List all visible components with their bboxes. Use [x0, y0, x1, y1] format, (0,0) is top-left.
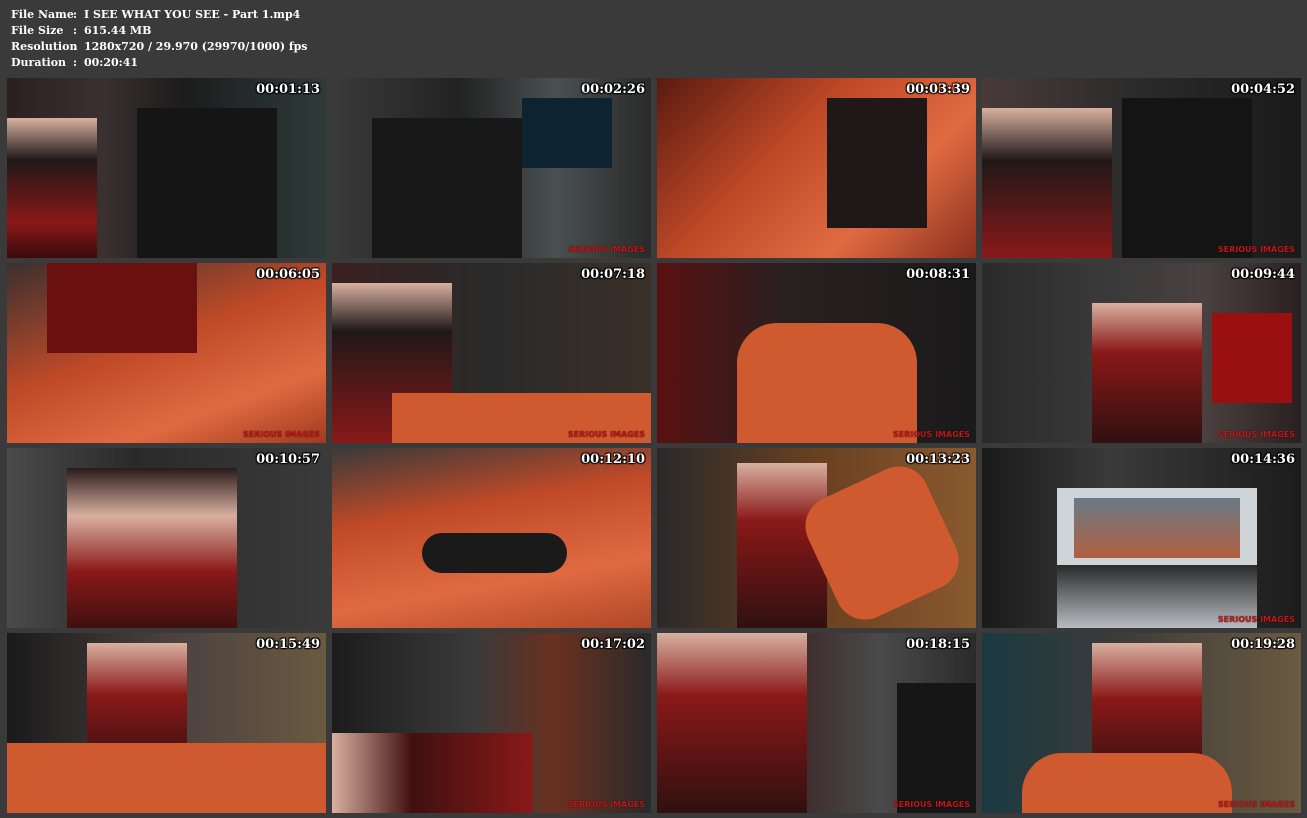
object-shape [1022, 753, 1232, 813]
file-info-panel: File Name : I SEE WHAT YOU SEE - Part 1.… [11, 7, 308, 71]
timestamp: 00:12:10 [581, 452, 645, 467]
figure-shape [982, 108, 1112, 258]
thumbnail[interactable]: 00:08:31 SERIOUS IMAGES [657, 263, 976, 443]
watermark: SERIOUS IMAGES [567, 430, 645, 439]
timestamp: 00:03:39 [906, 82, 970, 97]
timestamp: 00:19:28 [1231, 637, 1295, 652]
timestamp: 00:07:18 [581, 267, 645, 282]
thumbnail[interactable]: 00:09:44 SERIOUS IMAGES [982, 263, 1301, 443]
thumbnail[interactable]: 00:01:13 [7, 78, 326, 258]
resolution-sep: : [73, 40, 78, 53]
duration-value: 00:20:41 [84, 56, 139, 69]
figure-shape [332, 733, 532, 813]
laptop-screen-shape [1074, 498, 1240, 558]
resolution-row: Resolution : 1280x720 / 29.970 (29970/10… [11, 39, 308, 55]
thumbnail[interactable]: 00:12:10 [332, 448, 651, 628]
resolution-label: Resolution [11, 40, 78, 53]
timestamp: 00:17:02 [581, 637, 645, 652]
figure-shape [897, 683, 976, 813]
thumbnail[interactable]: 00:19:28 SERIOUS IMAGES [982, 633, 1301, 813]
timestamp: 00:10:57 [256, 452, 320, 467]
figure-shape [1092, 303, 1202, 443]
timestamp: 00:02:26 [581, 82, 645, 97]
file-name-value: I SEE WHAT YOU SEE - Part 1.mp4 [84, 8, 301, 21]
object-shape [737, 323, 917, 443]
timestamp: 00:04:52 [1231, 82, 1295, 97]
watermark: SERIOUS IMAGES [567, 800, 645, 809]
resolution-value: 1280x720 / 29.970 (29970/1000) fps [84, 40, 308, 53]
watermark: SERIOUS IMAGES [242, 430, 320, 439]
thumbnail[interactable]: 00:03:39 [657, 78, 976, 258]
thumbnail[interactable]: 00:04:52 SERIOUS IMAGES [982, 78, 1301, 258]
thumbnail[interactable]: 00:07:18 SERIOUS IMAGES [332, 263, 651, 443]
file-size-value: 615.44 MB [84, 24, 152, 37]
file-size-label: File Size [11, 24, 64, 37]
thumbnail[interactable]: 00:14:36 SERIOUS IMAGES [982, 448, 1301, 628]
watermark: SERIOUS IMAGES [1217, 615, 1295, 624]
file-name-row: File Name : I SEE WHAT YOU SEE - Part 1.… [11, 7, 308, 23]
object-shape [1212, 313, 1292, 403]
timestamp: 00:15:49 [256, 637, 320, 652]
file-size-sep: : [73, 24, 78, 37]
object-shape [7, 743, 326, 813]
timestamp: 00:13:23 [906, 452, 970, 467]
watermark: SERIOUS IMAGES [1217, 430, 1295, 439]
thumbnail[interactable]: 00:15:49 [7, 633, 326, 813]
figure-shape [372, 118, 522, 258]
thumbnail[interactable]: 00:10:57 [7, 448, 326, 628]
thumbnail[interactable]: 00:02:26 SERIOUS IMAGES [332, 78, 651, 258]
timestamp: 00:09:44 [1231, 267, 1295, 282]
thumbnail-grid: 00:01:13 00:02:26 SERIOUS IMAGES 00:03:3… [7, 78, 1301, 813]
figure-shape [7, 118, 97, 258]
file-name-label: File Name [11, 8, 74, 21]
figure-shape [137, 108, 277, 258]
file-size-row: File Size : 615.44 MB [11, 23, 308, 39]
timestamp: 00:01:13 [256, 82, 320, 97]
figure-shape [827, 98, 927, 228]
timestamp: 00:06:05 [256, 267, 320, 282]
timestamp: 00:14:36 [1231, 452, 1295, 467]
watermark: SERIOUS IMAGES [1217, 245, 1295, 254]
thumbnail-image [657, 78, 976, 258]
watermark: SERIOUS IMAGES [892, 430, 970, 439]
watermark: SERIOUS IMAGES [892, 800, 970, 809]
figure-shape [47, 263, 197, 353]
thumbnail[interactable]: 00:17:02 SERIOUS IMAGES [332, 633, 651, 813]
duration-label: Duration [11, 56, 67, 69]
timestamp: 00:18:15 [906, 637, 970, 652]
figure-shape [67, 468, 237, 628]
figure-shape [1122, 98, 1252, 258]
figure-shape [657, 633, 807, 813]
duration-sep: : [73, 56, 78, 69]
thumbnail[interactable]: 00:13:23 [657, 448, 976, 628]
timestamp: 00:08:31 [906, 267, 970, 282]
thumbnail[interactable]: 00:18:15 SERIOUS IMAGES [657, 633, 976, 813]
thumbnail[interactable]: 00:06:05 SERIOUS IMAGES [7, 263, 326, 443]
watermark: SERIOUS IMAGES [1217, 800, 1295, 809]
object-shape [422, 533, 567, 573]
file-name-sep: : [73, 8, 78, 21]
monitor-shape [522, 98, 612, 168]
duration-row: Duration : 00:20:41 [11, 55, 308, 71]
watermark: SERIOUS IMAGES [567, 245, 645, 254]
